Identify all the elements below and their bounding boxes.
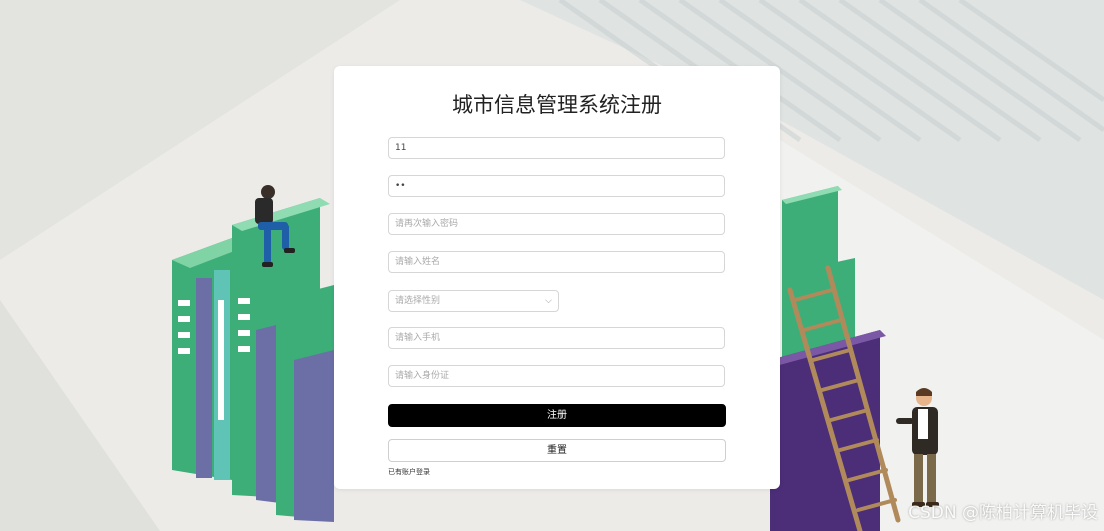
password-input[interactable]: [388, 175, 725, 197]
register-button[interactable]: 注册: [388, 404, 726, 427]
register-card: 城市信息管理系统注册 请选择性别 ⌵ 注册 重置 已有账户登录: [334, 66, 780, 489]
confirm-password-input[interactable]: [388, 213, 725, 235]
name-input[interactable]: [388, 251, 725, 273]
reset-button[interactable]: 重置: [388, 439, 726, 462]
username-input[interactable]: [388, 137, 725, 159]
gender-select[interactable]: 请选择性别 ⌵: [388, 290, 559, 312]
id-card-input[interactable]: [388, 365, 725, 387]
chevron-down-icon: ⌵: [545, 296, 552, 306]
phone-input[interactable]: [388, 327, 725, 349]
page-title: 城市信息管理系统注册: [452, 93, 662, 117]
login-link[interactable]: 已有账户登录: [388, 467, 430, 477]
gender-select-placeholder: 请选择性别: [395, 296, 441, 306]
watermark: CSDN @陈柏计算机毕设: [908, 503, 1098, 523]
